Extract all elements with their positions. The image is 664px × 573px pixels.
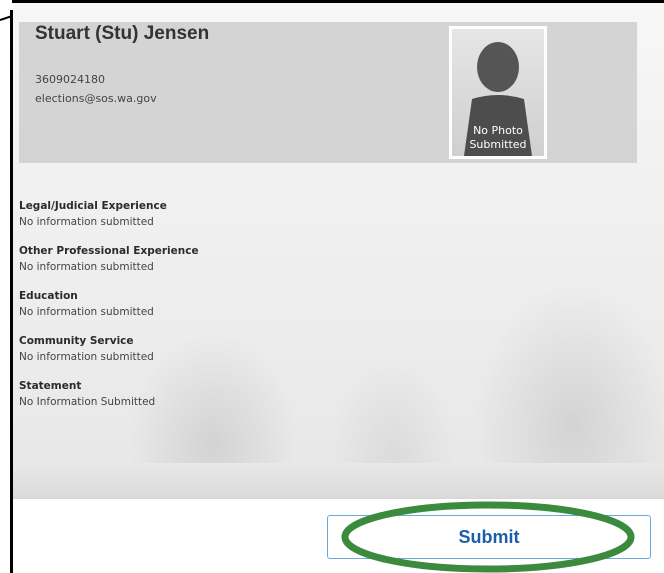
section-statement: Statement No Information Submitted (19, 378, 199, 410)
candidate-header: Stuart (Stu) Jensen 3609024180 elections… (19, 22, 637, 163)
section-community-service: Community Service No information submitt… (19, 333, 199, 365)
candidate-phone: 3609024180 (35, 73, 105, 86)
section-value: No information submitted (19, 261, 154, 273)
section-title: Community Service (19, 335, 134, 347)
section-legal-judicial: Legal/Judicial Experience No information… (19, 198, 199, 230)
candidate-name: Stuart (Stu) Jensen (35, 23, 210, 44)
bottom-band (13, 463, 664, 498)
footer-bar: Submit (13, 498, 664, 573)
photo-placeholder: No Photo Submitted (452, 29, 544, 156)
candidate-email: elections@sos.wa.gov (35, 92, 157, 105)
submit-button[interactable]: Submit (327, 515, 651, 559)
candidate-details: Legal/Judicial Experience No information… (19, 198, 199, 423)
candidate-photo: No Photo Submitted (449, 26, 547, 159)
section-value: No information submitted (19, 216, 154, 228)
section-value: No information submitted (19, 351, 154, 363)
candidate-statement-page: Stuart (Stu) Jensen 3609024180 elections… (13, 3, 664, 573)
photo-caption-line2: Submitted (469, 138, 527, 151)
photo-caption: No Photo Submitted (452, 124, 544, 152)
section-education: Education No information submitted (19, 288, 199, 320)
section-value: No information submitted (19, 306, 154, 318)
section-title: Education (19, 290, 78, 302)
photo-caption-line1: No Photo (473, 124, 523, 137)
section-value: No Information Submitted (19, 396, 156, 408)
section-other-professional: Other Professional Experience No informa… (19, 243, 199, 275)
section-title: Other Professional Experience (19, 245, 199, 257)
section-title: Statement (19, 380, 82, 392)
section-title: Legal/Judicial Experience (19, 200, 167, 212)
